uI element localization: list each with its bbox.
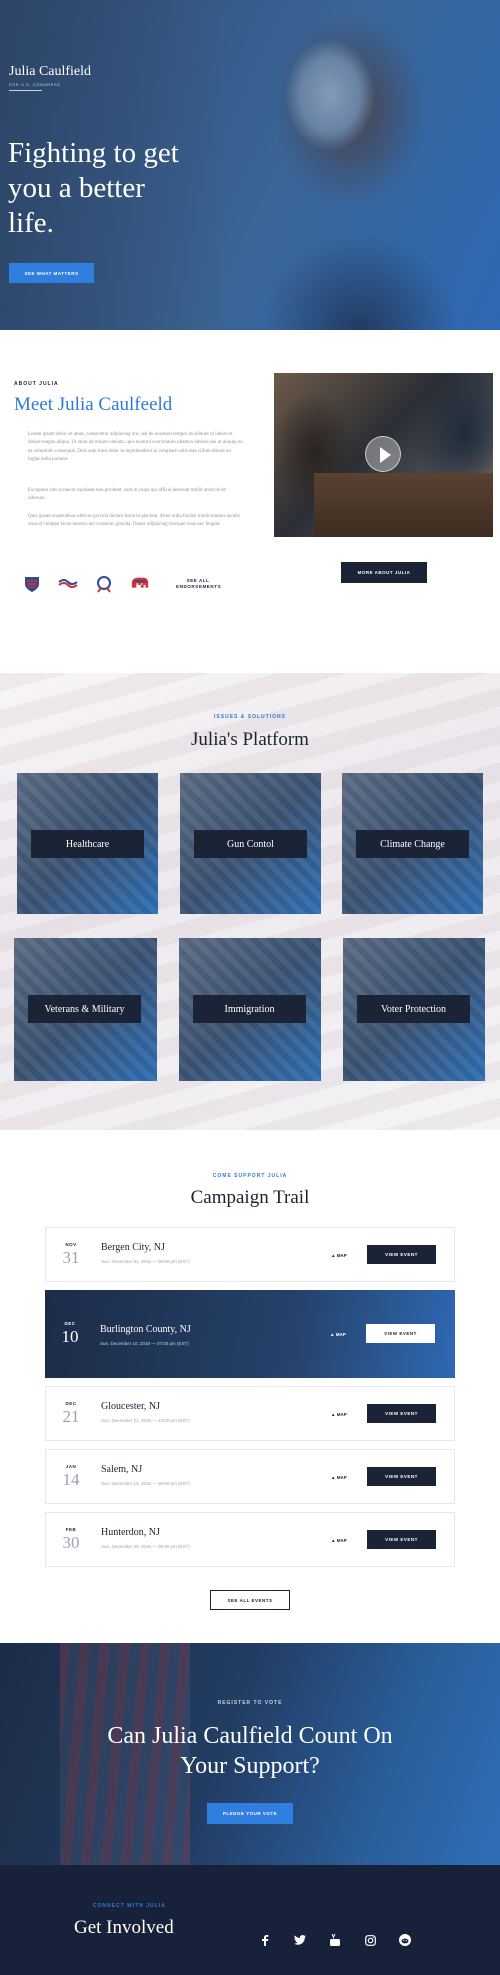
event-day: 10 bbox=[61, 1327, 79, 1346]
platform-card-label: Climate Change bbox=[356, 830, 469, 858]
platform-card-immigration[interactable]: Immigration bbox=[179, 938, 321, 1081]
view-event-button[interactable]: VIEW EVENT bbox=[367, 1467, 436, 1486]
event-map-link[interactable]: ▲ MAP bbox=[331, 1253, 347, 1258]
about-video-thumbnail[interactable] bbox=[274, 373, 493, 537]
event-name: Hunterdon, NJ bbox=[101, 1527, 160, 1538]
event-row: NOV 31 Bergen City, NJ Sun, November 31,… bbox=[45, 1227, 455, 1282]
brand-subtitle: FOR U.S. CONGRESS bbox=[9, 82, 61, 87]
footer-kicker: CONNECT WITH JULIA bbox=[93, 1903, 166, 1909]
twitter-icon[interactable] bbox=[293, 1933, 307, 1947]
map-label: MAP bbox=[336, 1412, 347, 1417]
event-date: Sun, December 30, 2016 — 08:00 pm (EST) bbox=[101, 1544, 190, 1549]
trail-kicker: COME SUPPORT JULIA bbox=[212, 1173, 288, 1179]
event-month: DEC bbox=[64, 1321, 76, 1326]
event-row: DEC 21 Gloucester, NJ Sun, December 21, … bbox=[45, 1386, 455, 1441]
event-month: DEC bbox=[65, 1401, 77, 1406]
hero-portrait-image bbox=[210, 0, 500, 330]
event-row: JAN 14 Salem, NJ Sun, December 14, 2016 … bbox=[45, 1449, 455, 1504]
platform-card-healthcare[interactable]: Healthcare bbox=[17, 773, 158, 914]
brand-underline bbox=[9, 90, 42, 91]
event-name: Bergen City, NJ bbox=[101, 1242, 165, 1253]
platform-section: ISSUES & SOLUTIONS Julia's Platform Heal… bbox=[0, 673, 500, 1130]
facebook-icon[interactable] bbox=[258, 1933, 272, 1947]
event-map-link[interactable]: ▲ MAP bbox=[331, 1475, 347, 1480]
view-event-button[interactable]: VIEW EVENT bbox=[367, 1404, 436, 1423]
view-event-button[interactable]: VIEW EVENT bbox=[366, 1324, 435, 1343]
event-month: NOV bbox=[65, 1242, 77, 1247]
event-date: Sun, December 14, 2016 — 06:00 pm (EST) bbox=[101, 1481, 190, 1486]
hero-title: Fighting to get you a better life. bbox=[8, 137, 179, 239]
platform-card-label: Voter Protection bbox=[357, 995, 470, 1023]
waving-flag-logo-icon bbox=[58, 575, 78, 593]
about-paragraph-2: Excepteur sint occaecat cupidatat non pr… bbox=[28, 488, 226, 502]
more-about-julia-button[interactable]: MORE ABOUT JULIA bbox=[341, 562, 427, 583]
platform-card-voter-protection[interactable]: Voter Protection bbox=[343, 938, 485, 1081]
reddit-icon[interactable] bbox=[398, 1933, 412, 1947]
ribbon-logo-icon bbox=[94, 575, 114, 593]
platform-card-label: Gun Contol bbox=[194, 830, 307, 858]
campaign-trail-section: COME SUPPORT JULIA Campaign Trail NOV 31… bbox=[0, 1130, 500, 1643]
see-all-events-button[interactable]: SEE ALL EVENTS bbox=[210, 1590, 290, 1610]
platform-card-climate-change[interactable]: Climate Change bbox=[342, 773, 483, 914]
about-title: Meet Julia Caulfeeld bbox=[14, 394, 173, 415]
view-event-button[interactable]: VIEW EVENT bbox=[367, 1245, 436, 1264]
register-kicker: REGISTER TO VOTE bbox=[217, 1700, 283, 1706]
hero-section: Julia Caulfield FOR U.S. CONGRESS Fighti… bbox=[0, 0, 500, 330]
trail-title: Campaign Trail bbox=[190, 1187, 310, 1208]
map-label: MAP bbox=[336, 1538, 347, 1543]
platform-kicker: ISSUES & SOLUTIONS bbox=[214, 714, 286, 720]
event-day: 31 bbox=[62, 1248, 80, 1267]
pledge-your-vote-button[interactable]: PLEDGE YOUR VOTE bbox=[207, 1803, 293, 1824]
view-event-button[interactable]: VIEW EVENT bbox=[367, 1530, 436, 1549]
event-name: Salem, NJ bbox=[101, 1464, 143, 1475]
event-month: FEB bbox=[65, 1527, 77, 1532]
event-month: JAN bbox=[65, 1464, 77, 1469]
footer-section: CONNECT WITH JULIA Get Involved bbox=[0, 1865, 500, 1975]
event-name: Burlington County, NJ bbox=[100, 1324, 191, 1335]
endorsement-logos: SEE ALL ENDORSEMENTS bbox=[22, 575, 221, 593]
event-day: 14 bbox=[62, 1470, 80, 1489]
event-date: Sun, November 31, 2016 — 00:00 pm (EST) bbox=[101, 1259, 190, 1264]
platform-title: Julia's Platform bbox=[191, 729, 309, 750]
play-icon[interactable] bbox=[365, 436, 401, 472]
event-map-link[interactable]: ▲ MAP bbox=[331, 1412, 347, 1417]
register-title: Can Julia Caulfield Count On Your Suppor… bbox=[107, 1723, 393, 1779]
platform-card-label: Veterans & Military bbox=[28, 995, 141, 1023]
event-name: Gloucester, NJ bbox=[101, 1401, 161, 1412]
platform-card-label: Healthcare bbox=[31, 830, 144, 858]
event-date: Sun, December 21, 2016 — 10:00 pm (EST) bbox=[101, 1418, 190, 1423]
event-day: 30 bbox=[62, 1533, 80, 1552]
about-kicker: ABOUT JULIA bbox=[14, 381, 59, 387]
event-row-highlighted: DEC 10 Burlington County, NJ Sun, Decemb… bbox=[45, 1290, 455, 1378]
about-section: ABOUT JULIA Meet Julia Caulfeeld Lorem i… bbox=[0, 330, 500, 673]
about-paragraph-3: Quis ipsum suspendisse ultrices gravida … bbox=[28, 514, 240, 528]
video-table bbox=[314, 473, 493, 537]
platform-card-gun-control[interactable]: Gun Contol bbox=[180, 773, 321, 914]
instagram-icon[interactable] bbox=[363, 1933, 377, 1947]
platform-card-veterans[interactable]: Veterans & Military bbox=[14, 938, 157, 1081]
footer-title: Get Involved bbox=[74, 1917, 174, 1938]
see-what-matters-button[interactable]: SEE WHAT MATTERS bbox=[9, 263, 94, 283]
elephant-logo-icon bbox=[130, 575, 150, 593]
map-label: MAP bbox=[336, 1475, 347, 1480]
event-map-link[interactable]: ▲ MAP bbox=[331, 1538, 347, 1543]
social-links bbox=[258, 1933, 433, 1947]
about-paragraph-1: Lorem ipsum dolor sit amet, consectetur … bbox=[28, 432, 243, 463]
see-all-endorsements-link[interactable]: SEE ALL ENDORSEMENTS bbox=[176, 578, 221, 590]
map-label: MAP bbox=[336, 1253, 347, 1258]
brand-name[interactable]: Julia Caulfield bbox=[9, 64, 91, 80]
map-label: MAP bbox=[335, 1332, 346, 1337]
event-map-link[interactable]: ▲ MAP bbox=[330, 1332, 346, 1337]
register-section: REGISTER TO VOTE Can Julia Caulfield Cou… bbox=[0, 1643, 500, 1865]
event-day: 21 bbox=[62, 1407, 80, 1426]
event-date: Sun, December 10, 2016 — 07:00 pm (EST) bbox=[100, 1341, 189, 1346]
platform-card-label: Immigration bbox=[193, 995, 306, 1023]
event-row: FEB 30 Hunterdon, NJ Sun, December 30, 2… bbox=[45, 1512, 455, 1567]
flag-shield-logo-icon bbox=[22, 575, 42, 593]
youtube-icon[interactable] bbox=[328, 1933, 342, 1947]
